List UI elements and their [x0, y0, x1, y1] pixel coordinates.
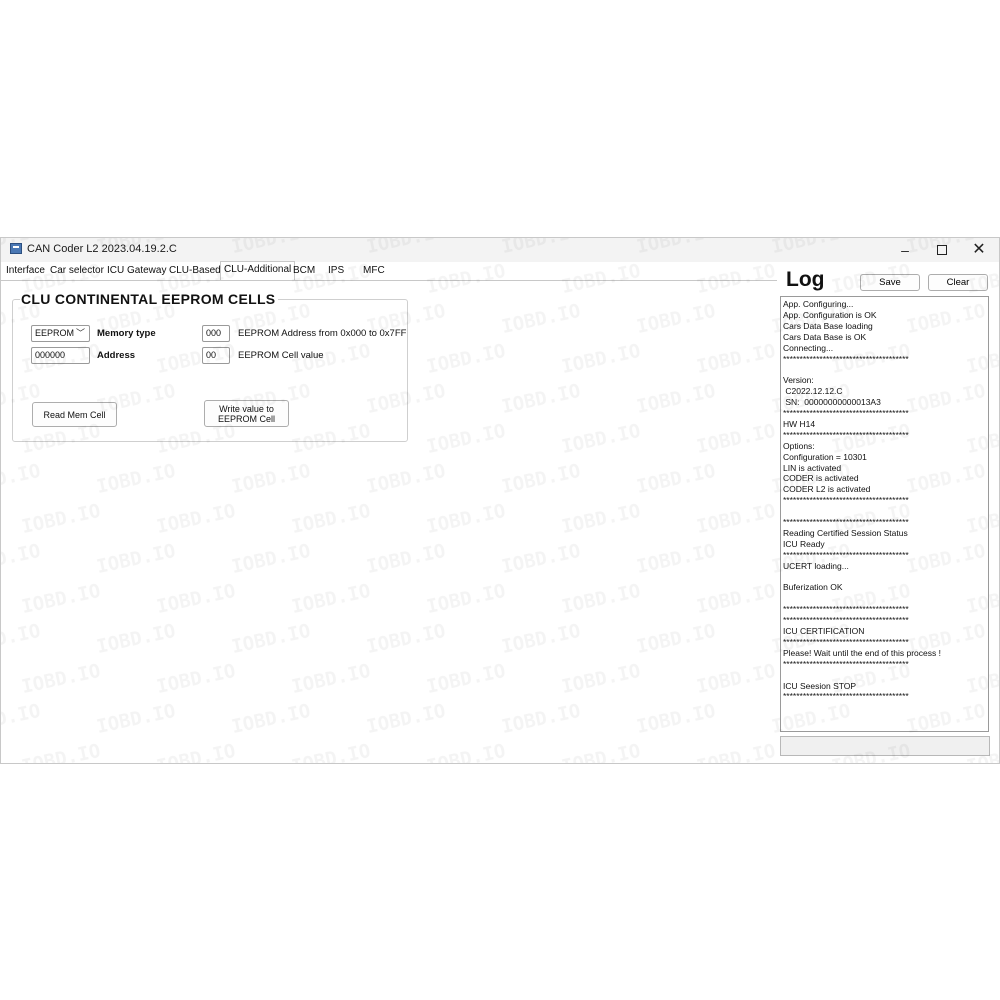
log-line: Buferization OK [783, 582, 843, 593]
log-line: ************************************** [783, 636, 909, 647]
log-line: App. Configuring... [783, 299, 854, 309]
memory-type-label: Memory type [97, 328, 156, 339]
chevron-down-icon: ﹀ [75, 328, 85, 338]
log-line: ************************************** [783, 549, 909, 560]
log-line: HW H14 [783, 418, 816, 429]
log-line: ************************************** [783, 604, 909, 615]
app-window: CAN Coder L2 2023.04.19.2.C – ✕ Interfac… [0, 237, 1000, 764]
log-line: ************************************** [783, 517, 909, 527]
write-button-line2: EEPROM Cell [217, 413, 275, 424]
log-title: Log [786, 268, 825, 291]
log-line: CODER is activated [783, 473, 859, 484]
write-eeprom-cell-button[interactable]: Write value to EEPROM Cell [204, 400, 289, 427]
log-line: LIN is activated [783, 462, 842, 473]
log-line: CODER L2 is activated [783, 484, 871, 495]
log-line: ************************************** [783, 495, 909, 506]
log-line: Cars Data Base loading [783, 320, 873, 331]
close-button[interactable]: ✕ [959, 238, 999, 262]
tab-mfc[interactable]: MFC [360, 263, 388, 279]
memory-type-select[interactable]: EEPROM ﹀ [31, 325, 90, 342]
maximize-icon [937, 245, 947, 256]
read-mem-cell-label: Read Mem Cell [43, 409, 106, 420]
tab-car-selector[interactable]: Car selector [47, 263, 107, 279]
log-line: ************************************** [783, 408, 909, 418]
clu-additional-panel: CLU CONTINENTAL EEPROM CELLS EEPROM ﹀ Me… [1, 280, 777, 763]
log-line: ICU CERTIFICATION [783, 626, 865, 636]
address-label: Address [97, 350, 136, 361]
title-bar[interactable]: CAN Coder L2 2023.04.19.2.C – ✕ [1, 238, 999, 262]
log-line: ************************************** [783, 658, 909, 669]
log-line: Reading Certified Session Status [783, 527, 908, 538]
maximize-button[interactable] [922, 238, 962, 262]
clear-log-button[interactable]: Clear [928, 274, 988, 291]
log-line: C2022.12.12.C [783, 386, 843, 397]
tab-icu-gateway[interactable]: ICU Gateway [104, 263, 169, 279]
log-line: ICU Seesion STOP [783, 680, 857, 691]
app-icon [10, 243, 22, 254]
log-line: ************************************** [783, 691, 909, 702]
address-input[interactable]: 000000 [31, 347, 90, 364]
window-title: CAN Coder L2 2023.04.19.2.C [27, 243, 177, 255]
log-line: App. Configuration is OK [783, 309, 877, 320]
log-line: SN: 00000000000013A3 [783, 397, 881, 408]
memory-type-value: EEPROM [35, 328, 75, 338]
minimize-button[interactable]: – [885, 238, 925, 262]
log-line: Version: [783, 375, 814, 386]
log-line: Options: [783, 440, 815, 451]
log-status-bar [780, 736, 990, 756]
tab-clu-additional[interactable]: CLU-Additional [220, 261, 296, 280]
log-line: Please! Wait until the end of this proce… [783, 647, 941, 658]
tab-ips[interactable]: IPS [325, 263, 347, 279]
tab-bcm[interactable]: BCM [290, 263, 318, 279]
eeprom-cell-value-input[interactable]: 00 [202, 347, 230, 364]
write-button-line1: Write value to [219, 403, 274, 414]
eeprom-address-input[interactable]: 000 [202, 325, 230, 342]
tab-interface[interactable]: Interface [3, 263, 48, 279]
save-log-button[interactable]: Save [860, 274, 920, 291]
log-line: ICU Ready [783, 538, 825, 549]
tab-clu-based[interactable]: CLU-Based [166, 263, 224, 279]
eeprom-address-label: EEPROM Address from 0x000 to 0x7FF [238, 328, 407, 339]
eeprom-cell-value-label: EEPROM Cell value [238, 350, 324, 361]
group-title: CLU CONTINENTAL EEPROM CELLS [20, 291, 279, 307]
log-line: ************************************** [783, 429, 909, 440]
log-line: UCERT loading... [783, 560, 849, 571]
tab-strip: Interface Car selector ICU Gateway CLU-B… [1, 261, 781, 280]
log-line: Cars Data Base is OK [783, 331, 867, 342]
log-line: Connecting... [783, 342, 834, 353]
read-mem-cell-button[interactable]: Read Mem Cell [32, 402, 117, 427]
log-line: ************************************** [783, 353, 909, 364]
log-textarea[interactable]: App. Configuring... App. Configuration is… [780, 296, 989, 732]
log-line: ************************************** [783, 615, 909, 626]
log-line: Configuration = 10301 [783, 451, 867, 462]
